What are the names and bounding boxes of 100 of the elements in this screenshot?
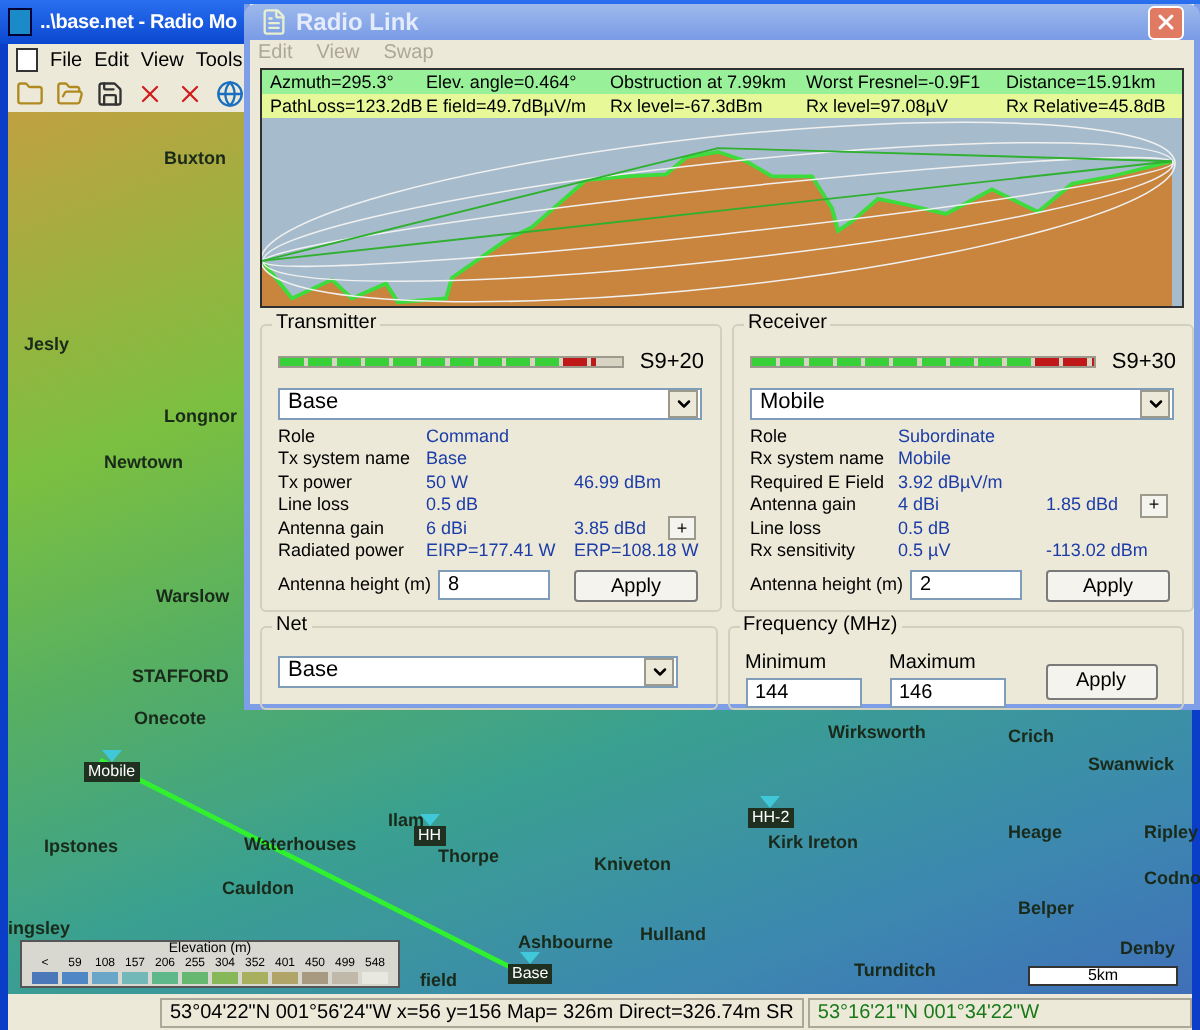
- triangle-marker-icon[interactable]: [101, 750, 122, 762]
- triangle-marker-icon[interactable]: [520, 952, 541, 964]
- field-label: Minimum: [745, 649, 829, 677]
- maximum-input[interactable]: 146: [889, 677, 1005, 707]
- dropdown-button[interactable]: [1140, 389, 1170, 417]
- system-dropdown[interactable]: Base: [278, 387, 702, 419]
- summary-value: Azmuth=295.3°: [270, 71, 396, 93]
- place-label: Longnor: [164, 404, 237, 430]
- summary-value: Rx level=-67.3dBm: [610, 95, 765, 117]
- place-label: Kniveton: [594, 852, 672, 878]
- place-label: Heage: [1008, 820, 1063, 846]
- globe-icon[interactable]: [216, 80, 244, 108]
- field-label: Antenna height (m): [278, 571, 434, 598]
- menu-item[interactable]: Edit: [94, 45, 129, 75]
- menu-item[interactable]: File: [50, 45, 83, 75]
- summary-value: Obstruction at 7.99km: [610, 71, 789, 93]
- place-label: Warslow: [156, 584, 230, 610]
- summary-value: Worst Fresnel=-0.9F1: [806, 71, 983, 93]
- minimum-input[interactable]: 144: [745, 677, 861, 707]
- field-value: Mobile: [898, 446, 954, 472]
- close-icon: [1154, 10, 1178, 34]
- add-button[interactable]: +: [668, 516, 696, 541]
- apply-button[interactable]: Apply: [1046, 569, 1170, 601]
- field-value: Command: [426, 423, 512, 449]
- triangle-marker-icon[interactable]: [760, 796, 781, 808]
- close-button[interactable]: [1148, 5, 1184, 39]
- dropdown-button[interactable]: [668, 389, 698, 417]
- field-value: 0.5 µV: [898, 538, 953, 564]
- field-label: Antenna height (m): [750, 571, 906, 598]
- dropdown-button[interactable]: [644, 657, 674, 685]
- apply-button[interactable]: Apply: [574, 569, 698, 601]
- signal-reading: S9+20: [639, 348, 704, 378]
- summary-value: PathLoss=123.2dB: [270, 95, 425, 117]
- triangle-marker-icon[interactable]: [419, 814, 440, 826]
- antenna-height-input[interactable]: 8: [438, 570, 550, 600]
- menu-item[interactable]: Tools: [195, 45, 243, 75]
- field-label: Rx system name: [750, 446, 887, 472]
- place-label: Ipstones: [44, 834, 119, 860]
- menu-item[interactable]: View: [140, 45, 184, 75]
- marker-label[interactable]: HH: [414, 826, 446, 846]
- save-icon[interactable]: [96, 80, 124, 108]
- summary-value: Rx Relative=45.8dB: [1006, 95, 1168, 117]
- field-value: Base: [426, 446, 470, 472]
- place-label: STAFFORD: [132, 664, 229, 690]
- field-label: Role: [750, 423, 790, 449]
- cross-icon[interactable]: [136, 80, 164, 108]
- field-label: Line loss: [750, 515, 824, 541]
- field-value: 0.5 dB: [426, 492, 481, 518]
- place-label: Swanwick: [1088, 752, 1175, 778]
- marker-label[interactable]: HH-2: [748, 808, 794, 828]
- summary-value: Elev. angle=0.464°: [426, 71, 579, 93]
- place-label: Newtown: [104, 450, 183, 476]
- field-value: EIRP=177.41 W: [426, 538, 558, 564]
- field-label: Role: [278, 423, 318, 449]
- field-value: 4 dBi: [898, 492, 942, 518]
- add-button[interactable]: +: [1140, 493, 1168, 518]
- field-value: 1.85 dBd: [1046, 492, 1119, 518]
- field-label: Maximum: [889, 649, 978, 677]
- summary-value: Distance=15.91km: [1006, 71, 1158, 93]
- place-label: ingsley: [8, 916, 71, 942]
- system-dropdown[interactable]: Base: [278, 655, 678, 687]
- place-label: Jesly: [24, 332, 70, 358]
- dialog-title: Radio Link: [296, 6, 419, 40]
- field-label: Line loss: [278, 492, 352, 518]
- summary-value: Rx level=97.08µV: [806, 95, 950, 117]
- marker-label[interactable]: Mobile: [84, 762, 140, 782]
- place-label: Thorpe: [438, 844, 499, 870]
- place-label: Belper: [1018, 896, 1075, 922]
- system-dropdown[interactable]: Mobile: [750, 387, 1174, 419]
- field-value: 3.92 dBµV/m: [898, 469, 1005, 496]
- folder-icon[interactable]: [56, 80, 84, 108]
- group-title: Net: [272, 613, 312, 637]
- place-label: Crich: [1008, 724, 1055, 750]
- app-icon: [260, 8, 288, 36]
- place-label: Codno: [1144, 866, 1200, 892]
- status-coordinates: 53°16'21"N 001°34'22"W: [807, 997, 1192, 1027]
- place-label: Onecote: [134, 706, 207, 732]
- folder-icon[interactable]: [16, 80, 44, 108]
- place-label: Buxton: [164, 146, 226, 172]
- place-label: Ripley: [1144, 820, 1199, 846]
- field-value: 0.5 dB: [898, 515, 953, 541]
- field-value: Subordinate: [898, 423, 998, 449]
- field-value: -113.02 dBm: [1046, 538, 1148, 564]
- antenna-height-input[interactable]: 2: [910, 570, 1022, 600]
- signal-reading: S9+30: [1111, 348, 1176, 378]
- summary-value: E field=49.7dBµV/m: [426, 95, 588, 117]
- field-value: 46.99 dBm: [574, 469, 662, 495]
- field-value: 6 dBi: [426, 515, 470, 541]
- field-label: Radiated power: [278, 538, 407, 564]
- marker-label[interactable]: Base: [508, 964, 553, 984]
- apply-button[interactable]: Apply: [1045, 663, 1157, 699]
- place-label: Turnditch: [854, 958, 936, 984]
- place-label: Kirk Ireton: [768, 830, 859, 856]
- field-value: 3.85 dBd: [574, 515, 647, 541]
- field-label: Tx power: [278, 469, 355, 496]
- field-label: Rx sensitivity: [750, 538, 858, 564]
- place-label: Ashbourne: [518, 930, 614, 956]
- cross-icon[interactable]: [176, 80, 204, 108]
- field-value: 50 W: [426, 469, 471, 495]
- place-label: Ilam: [388, 808, 425, 830]
